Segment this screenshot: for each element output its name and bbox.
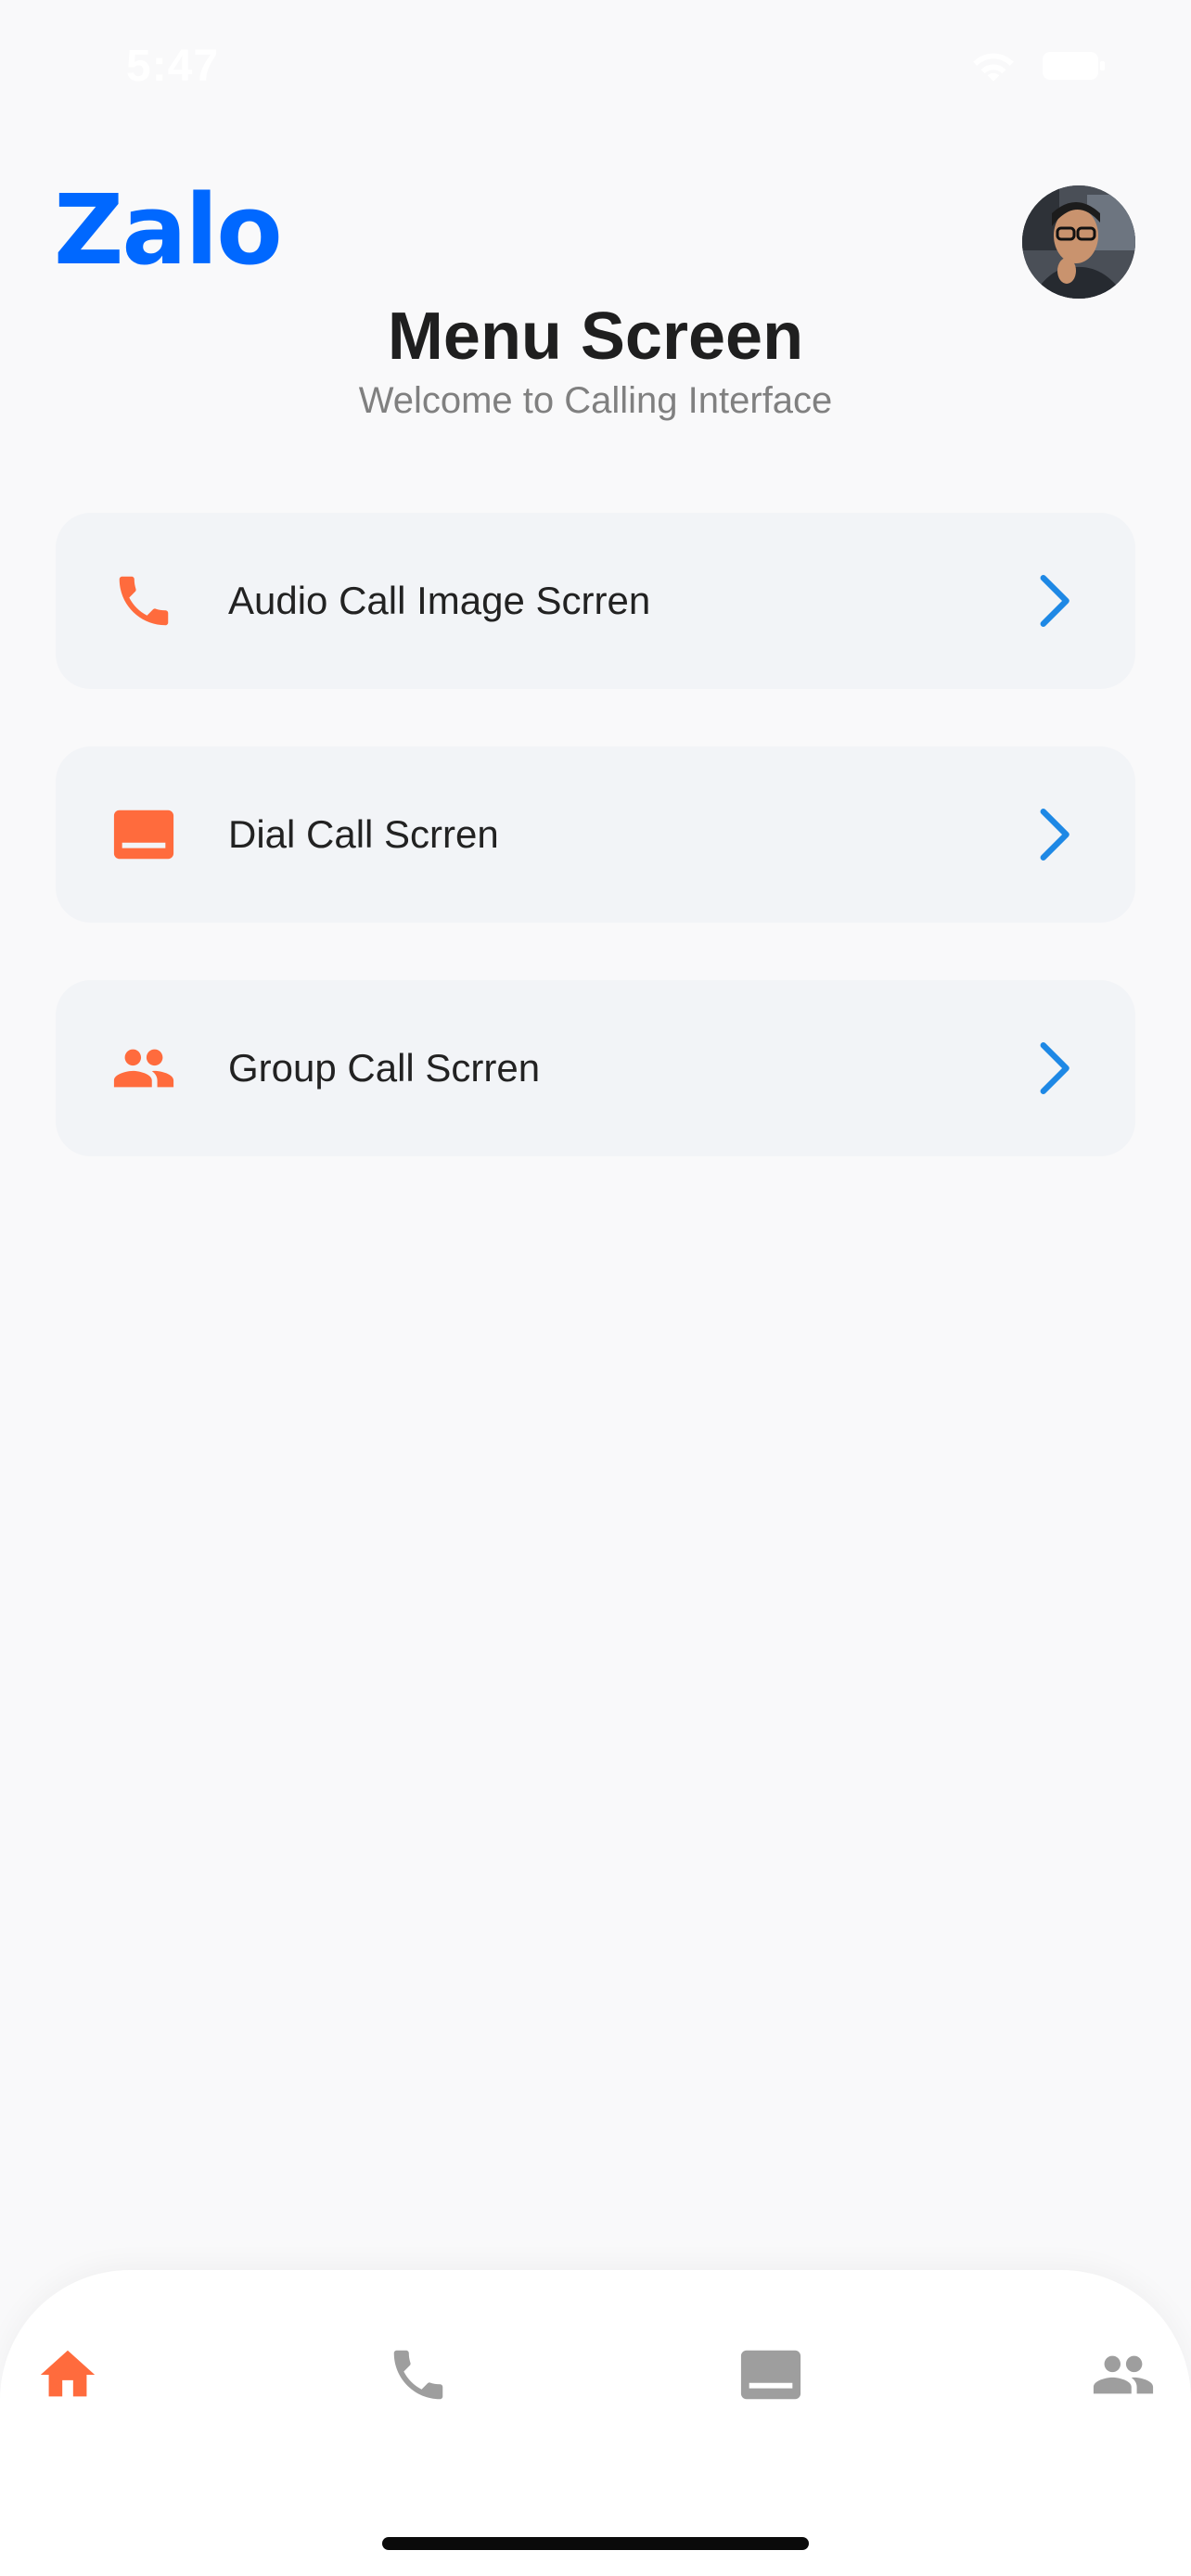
menu-item-audio-call[interactable]: Audio Call Image Scrren [56, 513, 1135, 689]
menu-item-group-call[interactable]: Group Call Scrren [56, 980, 1135, 1156]
home-icon[interactable] [35, 2342, 100, 2407]
avatar[interactable] [1022, 185, 1135, 299]
battery-icon [1043, 52, 1105, 80]
menu-item-label: Dial Call Scrren [228, 812, 499, 856]
group-icon[interactable] [1091, 2342, 1156, 2407]
menu-item-label: Group Call Scrren [228, 1046, 541, 1090]
chevron-right-icon [1040, 1042, 1069, 1094]
chevron-right-icon [1040, 575, 1069, 627]
chevron-right-icon [1040, 809, 1069, 861]
menu-item-label: Audio Call Image Scrren [228, 579, 651, 622]
dialpad-icon[interactable] [738, 2342, 803, 2407]
status-bar: 5:47 [0, 0, 1191, 130]
profile-photo [1022, 185, 1135, 299]
bottom-nav [0, 2270, 1191, 2576]
wifi-icon [973, 53, 1014, 82]
home-indicator[interactable] [382, 2537, 809, 2550]
phone-icon[interactable] [386, 2342, 451, 2407]
menu-item-dial-call[interactable]: Dial Call Scrren [56, 746, 1135, 923]
dialpad-icon [113, 810, 174, 860]
page-title: Menu Screen [387, 300, 804, 374]
group-icon [113, 1049, 174, 1088]
zalo-logo: Zalo [54, 173, 283, 287]
page-subtitle: Welcome to Calling Interface [358, 380, 833, 421]
status-time: 5:47 [126, 42, 220, 91]
phone-icon [119, 576, 169, 626]
menu-screen: 5:47 Zalo Menu Screen Welcome to Calling… [0, 0, 1191, 2576]
